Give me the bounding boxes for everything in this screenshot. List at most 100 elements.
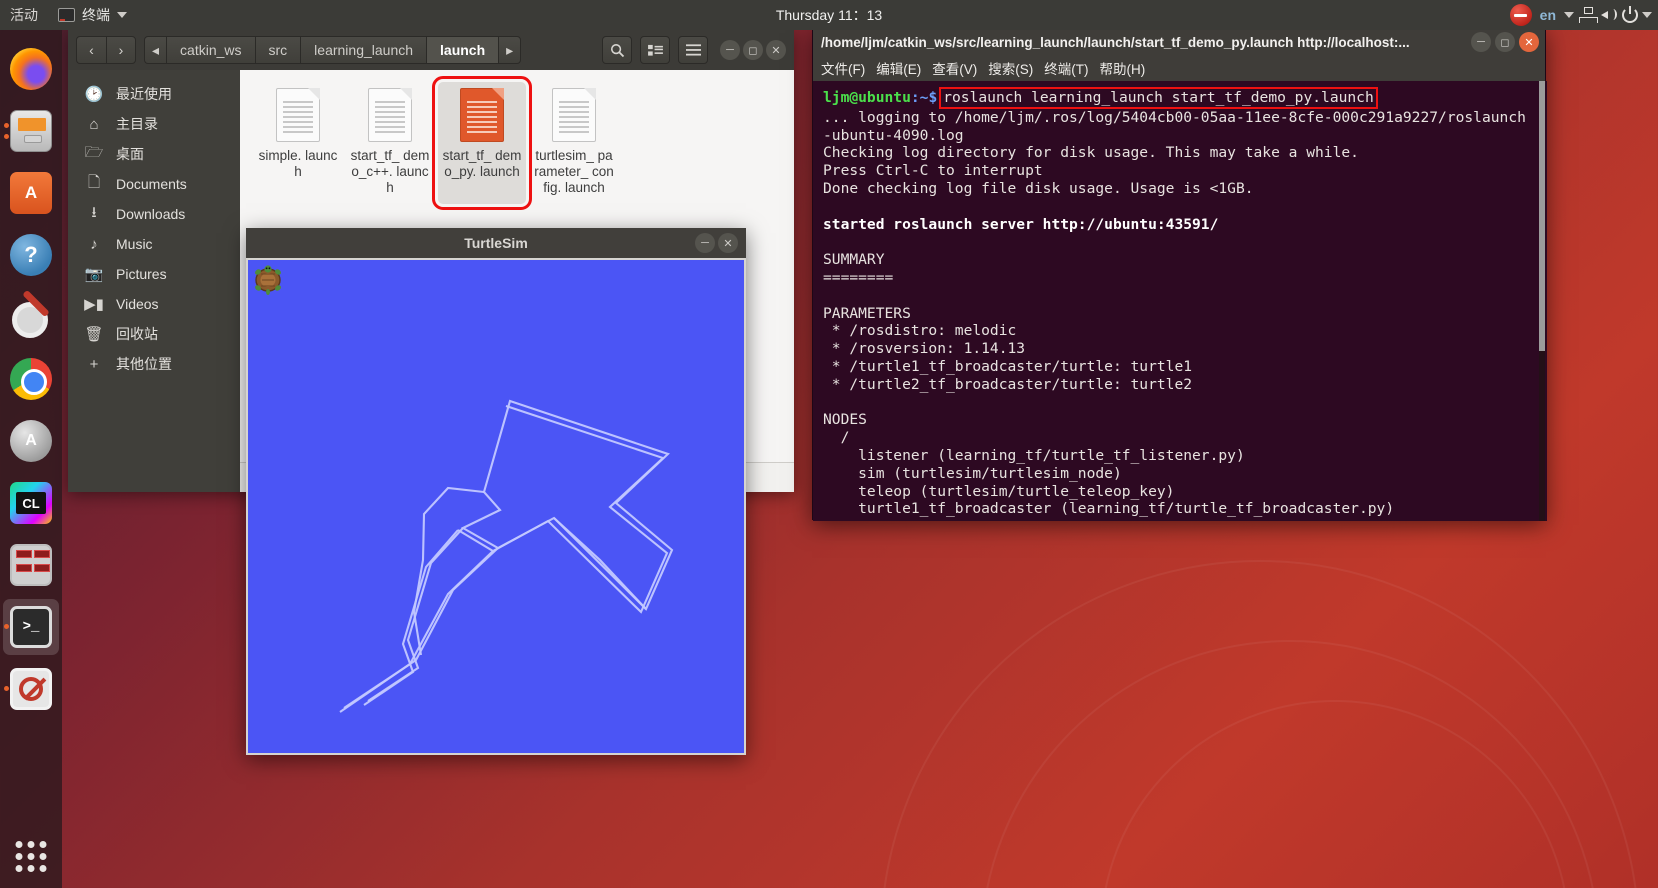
sidebar-item-pictures[interactable]: 📷 Pictures [68, 259, 240, 289]
activities-label: 活动 [10, 7, 38, 23]
running-indicator [4, 123, 9, 128]
ubuntu-software-icon [10, 172, 52, 214]
close-button[interactable]: ✕ [766, 40, 786, 60]
menu-item-help[interactable]: 帮助(H) [1100, 58, 1146, 78]
dock-item-settings[interactable] [3, 289, 59, 345]
file-manager-sidebar: 🕑 最近使用 ⌂ 主目录 🗁 桌面 🗋 Documents ⭳ Download… [68, 70, 240, 492]
network-icon[interactable] [1578, 7, 1598, 23]
turtlesim-window: TurtleSim ─ ✕ [246, 228, 746, 755]
dock-item-software-updater[interactable] [3, 413, 59, 469]
sidebar-item-home[interactable]: ⌂ 主目录 [68, 109, 240, 139]
dock-item-terminator[interactable] [3, 537, 59, 593]
sidebar-item-documents[interactable]: 🗋 Documents [68, 169, 240, 199]
breadcrumb-item-launch[interactable]: launch [426, 36, 499, 64]
power-icon[interactable] [1622, 6, 1638, 23]
file-item-simple-launch[interactable]: simple. launch [254, 82, 342, 204]
breadcrumb-scroll-left[interactable]: ◂ [144, 36, 167, 64]
terminal-output[interactable]: ljm@ubuntu:~$ roslaunch learning_launch s… [813, 81, 1547, 521]
sidebar-item-desktop[interactable]: 🗁 桌面 [68, 139, 240, 169]
activities-button[interactable]: 活动 [0, 0, 48, 30]
music-icon: ♪ [90, 235, 98, 253]
terminal-titlebar[interactable]: /home/ljm/catkin_ws/src/learning_launch/… [813, 29, 1545, 55]
clock[interactable]: Thursday 11：13 [776, 5, 882, 25]
dock-item-ubuntu-software[interactable] [3, 165, 59, 221]
sidebar-item-downloads[interactable]: ⭳ Downloads [68, 199, 240, 229]
sidebar-item-label: Downloads [116, 206, 186, 222]
file-manager-headerbar: ‹ › ◂ catkin_ws src learning_launch laun… [68, 30, 794, 70]
trash-icon: 🗑 [84, 326, 104, 343]
terminal-line: SUMMARY [823, 251, 885, 269]
hamburger-menu-icon[interactable] [678, 36, 708, 64]
minimize-button[interactable]: ─ [720, 40, 740, 60]
file-item-start-tf-demo-cpp-launch[interactable]: start_tf_ demo_c++. launch [346, 82, 434, 204]
status-area: en [1509, 0, 1652, 30]
menu-item-view[interactable]: 查看(V) [932, 58, 977, 78]
breadcrumb-item-learning_launch[interactable]: learning_launch [300, 36, 427, 64]
scrollbar-thumb[interactable] [1539, 81, 1545, 351]
chevron-down-icon[interactable] [1642, 12, 1652, 18]
sidebar-item-other-locations[interactable]: + 其他位置 [68, 349, 240, 379]
dock-item-firefox[interactable] [3, 41, 59, 97]
search-icon[interactable] [602, 36, 632, 64]
dock-item-help[interactable] [3, 227, 59, 283]
volume-icon[interactable] [1600, 7, 1618, 23]
grid-dot [15, 865, 23, 872]
dock-item-chrome[interactable] [3, 351, 59, 407]
view-grid-icon[interactable] [640, 36, 670, 64]
sidebar-item-label: Documents [116, 176, 187, 192]
grid-dot [39, 841, 47, 848]
prompt-path: :~$ [910, 89, 938, 106]
app-menu-terminal[interactable]: 终端 [48, 0, 137, 30]
chevron-down-icon[interactable] [1564, 12, 1574, 18]
dock-item-clion[interactable] [3, 475, 59, 531]
dock-item-terminal[interactable]: >_ [3, 599, 59, 655]
close-button[interactable]: ✕ [718, 233, 738, 253]
maximize-button[interactable]: ◻ [743, 40, 763, 60]
window-controls: ─ ◻ ✕ [1471, 32, 1539, 52]
terminal-line: Checking log directory for disk usage. T… [823, 144, 1359, 162]
dock-item-files[interactable] [3, 103, 59, 159]
terminal-line: PARAMETERS [823, 304, 911, 322]
sidebar-item-recent[interactable]: 🕑 最近使用 [68, 79, 240, 109]
maximize-button[interactable]: ◻ [1495, 32, 1515, 52]
tools-icon [10, 296, 52, 338]
file-item-start-tf-demo-py-launch[interactable]: start_tf_ demo_py. launch [432, 76, 532, 210]
terminal-line: Press Ctrl-C to interrupt [823, 162, 1043, 180]
forward-button[interactable]: › [106, 36, 136, 64]
breadcrumb-item-src[interactable]: src [254, 36, 301, 64]
back-button[interactable]: ‹ [76, 36, 106, 64]
document-icon: 🗋 [87, 173, 101, 191]
forbid-icon[interactable] [1509, 4, 1532, 26]
sidebar-item-videos[interactable]: ▶▮ Videos [68, 289, 240, 319]
folder-icon: 🗁 [84, 143, 104, 161]
desktop-decoration [980, 640, 1600, 888]
menu-item-terminal[interactable]: 终端(T) [1044, 58, 1088, 78]
terminal-scrollbar[interactable] [1539, 81, 1545, 521]
terminal-line: -ubuntu-4090.log [823, 126, 964, 144]
menu-item-file[interactable]: 文件(F) [821, 58, 865, 78]
close-button[interactable]: ✕ [1519, 32, 1539, 52]
breadcrumb-scroll-right[interactable]: ▸ [498, 36, 522, 64]
minimize-button[interactable]: ─ [1471, 32, 1491, 52]
turtlesim-titlebar[interactable]: TurtleSim ─ ✕ [246, 228, 746, 258]
chevron-down-icon [117, 12, 127, 18]
breadcrumb-item-catkin_ws[interactable]: catkin_ws [166, 36, 255, 64]
file-item-turtlesim-parameter-config-launch[interactable]: turtlesim_ parameter_ config. launch [530, 82, 618, 204]
file-name: simple. launch [258, 148, 338, 179]
menu-item-search[interactable]: 搜索(S) [988, 58, 1033, 78]
software-updater-icon [10, 420, 52, 462]
menu-item-edit[interactable]: 编辑(E) [876, 58, 921, 78]
dock-item-stop[interactable] [3, 661, 59, 717]
keyboard-layout-label[interactable]: en [1536, 7, 1560, 23]
minimize-button[interactable]: ─ [695, 233, 715, 253]
chrome-icon [10, 358, 52, 400]
desktop-decoration [880, 560, 1640, 888]
sidebar-item-trash[interactable]: 🗑 回收站 [68, 319, 240, 349]
running-indicator [4, 686, 9, 691]
show-applications-button[interactable] [15, 841, 47, 872]
sidebar-item-label: Music [116, 236, 153, 252]
turtlesim-canvas[interactable] [248, 260, 744, 753]
sidebar-item-label: Videos [116, 296, 159, 312]
sidebar-item-label: 最近使用 [116, 86, 172, 102]
sidebar-item-music[interactable]: ♪ Music [68, 229, 240, 259]
